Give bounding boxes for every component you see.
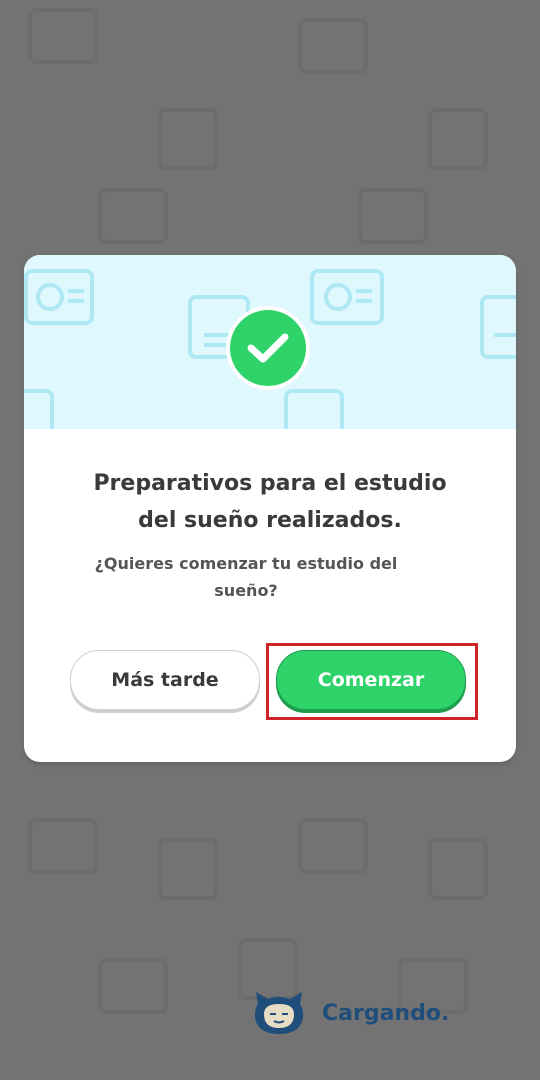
- later-button-label: Más tarde: [111, 669, 219, 691]
- loading-text: Cargando.: [322, 1000, 450, 1026]
- loading-indicator: Cargando.: [252, 990, 449, 1036]
- dialog-message-line1: ¿Quieres comenzar tu estudio del: [94, 554, 398, 573]
- dialog-title-line2: del sueño realizados.: [138, 508, 402, 533]
- sleep-study-dialog: Preparativos para el estudio del sueño r…: [24, 255, 516, 762]
- dialog-title-line1: Preparativos para el estudio: [93, 471, 447, 496]
- dialog-title: Preparativos para el estudio del sueño r…: [54, 465, 486, 539]
- dialog-message: ¿Quieres comenzar tu estudio del sueño?: [70, 550, 422, 604]
- checkmark-badge: [226, 306, 310, 390]
- checkmark-icon: [230, 310, 306, 386]
- dialog-message-line2: sueño?: [214, 581, 278, 600]
- snorlax-icon: [254, 992, 304, 1034]
- dialog-header: [24, 255, 516, 429]
- start-button[interactable]: Comenzar: [276, 650, 466, 710]
- start-button-label: Comenzar: [317, 669, 425, 691]
- later-button[interactable]: Más tarde: [70, 650, 260, 710]
